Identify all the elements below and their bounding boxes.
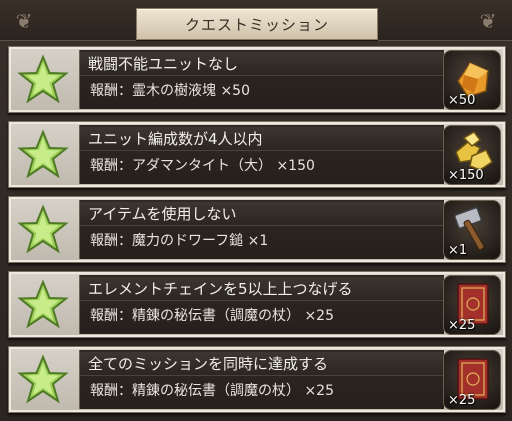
- mission-reward: 報酬：霊木の樹液塊 ×50: [90, 83, 250, 99]
- mission-row: エレメントチェインを5以上上つなげる 報酬：精錬の秘伝書（調魔の杖） ×25 ×…: [8, 271, 506, 338]
- mission-content: アイテムを使用しない 報酬：魔力のドワーフ鎚 ×1: [79, 200, 444, 259]
- mission-title: ユニット編成数が4人以内: [80, 127, 444, 151]
- star-icon: [12, 350, 74, 409]
- mission-content: ユニット編成数が4人以内 報酬：アダマンタイト（大） ×150: [79, 125, 444, 184]
- page-title: クエストミッション: [136, 8, 378, 40]
- reward-quantity: ×50: [448, 93, 476, 108]
- mission-title: エレメントチェインを5以上上つなげる: [80, 277, 444, 301]
- ornament-right-icon: ❦: [479, 9, 497, 33]
- sap-crystal-icon[interactable]: ×50: [443, 50, 501, 110]
- star-icon: [12, 200, 74, 259]
- ornament-left-icon: ❦: [15, 9, 33, 33]
- mission-reward: 報酬：精錬の秘伝書（調魔の杖） ×25: [90, 308, 334, 324]
- star-icon: [12, 50, 74, 109]
- mission-title: 戦闘不能ユニットなし: [80, 52, 444, 76]
- reward-quantity: ×25: [448, 318, 476, 333]
- mission-reward: 報酬：魔力のドワーフ鎚 ×1: [90, 233, 269, 249]
- star-icon: [12, 125, 74, 184]
- reward-quantity: ×150: [448, 168, 484, 183]
- reward-quantity: ×25: [448, 393, 476, 408]
- mission-content: エレメントチェインを5以上上つなげる 報酬：精錬の秘伝書（調魔の杖） ×25: [79, 275, 444, 334]
- header-bar: ❦ クエストミッション ❦: [0, 0, 512, 41]
- mission-title: 全てのミッションを同時に達成する: [80, 352, 444, 376]
- secret-book-icon[interactable]: ×25: [443, 350, 501, 410]
- mission-row: 戦闘不能ユニットなし 報酬：霊木の樹液塊 ×50 ×50: [8, 46, 506, 113]
- mission-reward: 報酬：アダマンタイト（大） ×150: [90, 158, 315, 174]
- mission-row: ユニット編成数が4人以内 報酬：アダマンタイト（大） ×150 ×150: [8, 121, 506, 188]
- star-icon: [12, 275, 74, 334]
- mission-content: 戦闘不能ユニットなし 報酬：霊木の樹液塊 ×50: [79, 50, 444, 109]
- mission-row: アイテムを使用しない 報酬：魔力のドワーフ鎚 ×1 ×1: [8, 196, 506, 263]
- secret-book-icon[interactable]: ×25: [443, 275, 501, 335]
- mission-content: 全てのミッションを同時に達成する 報酬：精錬の秘伝書（調魔の杖） ×25: [79, 350, 444, 409]
- dwarf-hammer-icon[interactable]: ×1: [443, 200, 501, 260]
- adamantite-icon[interactable]: ×150: [443, 125, 501, 185]
- reward-quantity: ×1: [448, 243, 468, 258]
- mission-reward: 報酬：精錬の秘伝書（調魔の杖） ×25: [90, 383, 334, 399]
- mission-row: 全てのミッションを同時に達成する 報酬：精錬の秘伝書（調魔の杖） ×25 ×25: [8, 346, 506, 413]
- mission-window: ❦ クエストミッション ❦ 戦闘不能ユニットなし 報酬：霊木の樹液塊 ×50 ×…: [0, 0, 512, 421]
- mission-title: アイテムを使用しない: [80, 202, 444, 226]
